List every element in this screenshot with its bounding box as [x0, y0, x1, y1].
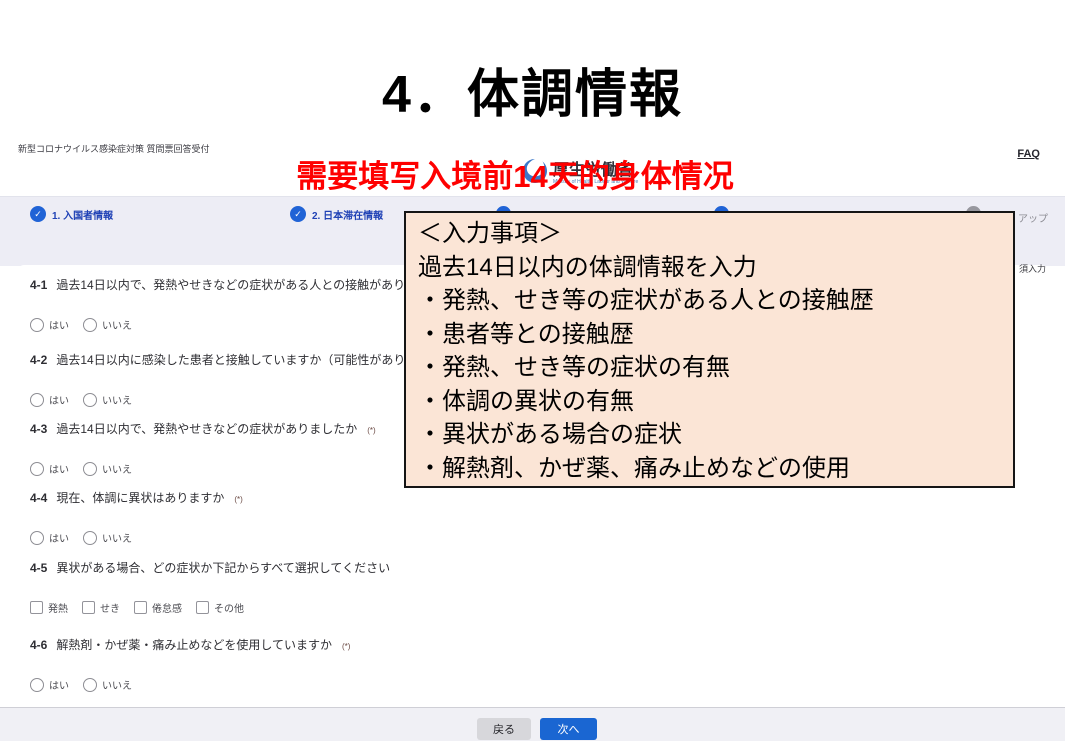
question-text: 過去14日以内に感染した患者と接触していますか（可能性がありますか） — [56, 351, 453, 368]
checkbox-icon[interactable] — [196, 601, 209, 614]
question-4-3-options: はい いいえ — [30, 461, 376, 476]
question-4-5: 4-5 異状がある場合、どの症状か下記からすべて選択してください 発熱 せき 倦… — [30, 559, 390, 615]
radio-no[interactable]: いいえ — [83, 392, 132, 407]
checkbox-icon[interactable] — [134, 601, 147, 614]
checkbox-icon[interactable] — [30, 601, 43, 614]
radio-icon[interactable] — [83, 678, 97, 692]
radio-no[interactable]: いいえ — [83, 530, 132, 545]
checkbox-label: 倦怠感 — [152, 600, 182, 615]
question-text: 解熱剤・かぜ薬・痛み止めなどを使用していますか — [56, 636, 332, 653]
footer-bar: 戻る 次へ — [0, 707, 1065, 741]
question-4-4-label: 4-4 現在、体調に異状はありますか (*) — [30, 489, 243, 506]
question-number: 4-3 — [30, 422, 47, 436]
question-4-4-options: はい いいえ — [30, 530, 243, 545]
radio-yes-label: はい — [49, 461, 69, 476]
question-4-5-label: 4-5 異状がある場合、どの症状か下記からすべて選択してください — [30, 559, 390, 576]
callout-line: ・発熱、せき等の症状の有無 — [418, 351, 1001, 385]
radio-yes-label: はい — [49, 677, 69, 692]
stepper-step-2-label: 2. 日本滞在情報 — [312, 207, 383, 222]
radio-icon[interactable] — [83, 318, 97, 332]
radio-no-label: いいえ — [102, 677, 132, 692]
question-text: 過去14日以内で、発熱やせきなどの症状がありましたか — [56, 420, 357, 437]
radio-yes-label: はい — [49, 317, 69, 332]
question-4-6-label: 4-6 解熱剤・かぜ薬・痛み止めなどを使用していますか (*) — [30, 636, 350, 653]
checkbox-other[interactable]: その他 — [196, 600, 244, 615]
stepper-step-5-label-fragment: アップ — [1018, 210, 1048, 225]
checkbox-label: せき — [100, 600, 120, 615]
radio-yes[interactable]: はい — [30, 392, 69, 407]
question-number: 4-5 — [30, 561, 47, 575]
page-title: 4．体調情報 — [0, 52, 1065, 127]
check-circle-icon: ✓ — [30, 206, 46, 222]
question-4-6: 4-6 解熱剤・かぜ薬・痛み止めなどを使用していますか (*) はい いいえ — [30, 636, 350, 692]
screenshot-root: 4．体調情報 新型コロナウイルス感染症対策 質問票回答受付 FAQ 厚生労働省 … — [0, 0, 1065, 741]
callout-line: ・発熱、せき等の症状がある人との接触歴 — [418, 284, 1001, 318]
callout-line: ・解熱剤、かぜ薬、痛み止めなどの使用 — [418, 452, 1001, 486]
radio-icon[interactable] — [83, 462, 97, 476]
radio-no[interactable]: いいえ — [83, 461, 132, 476]
radio-icon[interactable] — [30, 318, 44, 332]
checkbox-cough[interactable]: せき — [82, 600, 120, 615]
checkbox-icon[interactable] — [82, 601, 95, 614]
checkbox-fever[interactable]: 発熱 — [30, 600, 68, 615]
radio-icon[interactable] — [30, 393, 44, 407]
callout-line: ・患者等との接触歴 — [418, 318, 1001, 352]
stepper-step-1: ✓ 1. 入国者情報 — [30, 206, 113, 222]
radio-icon[interactable] — [30, 531, 44, 545]
stepper-step-2: ✓ 2. 日本滞在情報 — [290, 206, 383, 222]
required-mark: (*) — [367, 426, 375, 435]
question-text: 過去14日以内で、発熱やせきなどの症状がある人との接触がありましたか — [56, 276, 453, 293]
input-items-callout: ＜入力事項＞ 過去14日以内の体調情報を入力 ・発熱、せき等の症状がある人との接… — [404, 211, 1015, 488]
callout-line: ・体調の異状の有無 — [418, 385, 1001, 419]
required-mark: (*) — [234, 495, 242, 504]
callout-title: ＜入力事項＞ — [418, 217, 1001, 251]
checkbox-label: その他 — [214, 600, 244, 615]
radio-icon[interactable] — [30, 678, 44, 692]
radio-icon[interactable] — [83, 531, 97, 545]
required-mark: (*) — [342, 642, 350, 651]
checkbox-label: 発熱 — [48, 600, 68, 615]
radio-yes-label: はい — [49, 530, 69, 545]
question-text: 異状がある場合、どの症状か下記からすべて選択してください — [56, 559, 390, 576]
radio-no-label: いいえ — [102, 530, 132, 545]
back-button[interactable]: 戻る — [477, 718, 531, 740]
radio-yes[interactable]: はい — [30, 461, 69, 476]
question-4-4: 4-4 現在、体調に異状はありますか (*) はい いいえ — [30, 489, 243, 545]
radio-yes[interactable]: はい — [30, 317, 69, 332]
radio-no[interactable]: いいえ — [83, 677, 132, 692]
required-note-fragment: 須入力 — [1019, 262, 1046, 275]
question-4-3-label: 4-3 過去14日以内で、発熱やせきなどの症状がありましたか (*) — [30, 420, 376, 437]
radio-icon[interactable] — [30, 462, 44, 476]
red-annotation-note: 需要填写入境前14天的身体情况 — [0, 151, 1030, 196]
callout-line: 過去14日以内の体調情報を入力 — [418, 251, 1001, 285]
checkbox-fatigue[interactable]: 倦怠感 — [134, 600, 182, 615]
question-4-6-options: はい いいえ — [30, 677, 350, 692]
radio-yes[interactable]: はい — [30, 677, 69, 692]
radio-no-label: いいえ — [102, 461, 132, 476]
question-text: 現在、体調に異状はありますか — [56, 489, 224, 506]
radio-no-label: いいえ — [102, 317, 132, 332]
stepper-step-1-label: 1. 入国者情報 — [52, 207, 113, 222]
question-number: 4-1 — [30, 278, 47, 292]
radio-yes[interactable]: はい — [30, 530, 69, 545]
check-circle-icon: ✓ — [290, 206, 306, 222]
callout-line: ・異状がある場合の症状 — [418, 418, 1001, 452]
radio-no-label: いいえ — [102, 392, 132, 407]
next-button[interactable]: 次へ — [540, 718, 597, 740]
question-number: 4-4 — [30, 491, 47, 505]
radio-icon[interactable] — [83, 393, 97, 407]
question-4-3: 4-3 過去14日以内で、発熱やせきなどの症状がありましたか (*) はい いい… — [30, 420, 376, 476]
question-4-5-options: 発熱 せき 倦怠感 その他 — [30, 600, 390, 615]
question-number: 4-6 — [30, 638, 47, 652]
question-number: 4-2 — [30, 353, 47, 367]
radio-yes-label: はい — [49, 392, 69, 407]
radio-no[interactable]: いいえ — [83, 317, 132, 332]
